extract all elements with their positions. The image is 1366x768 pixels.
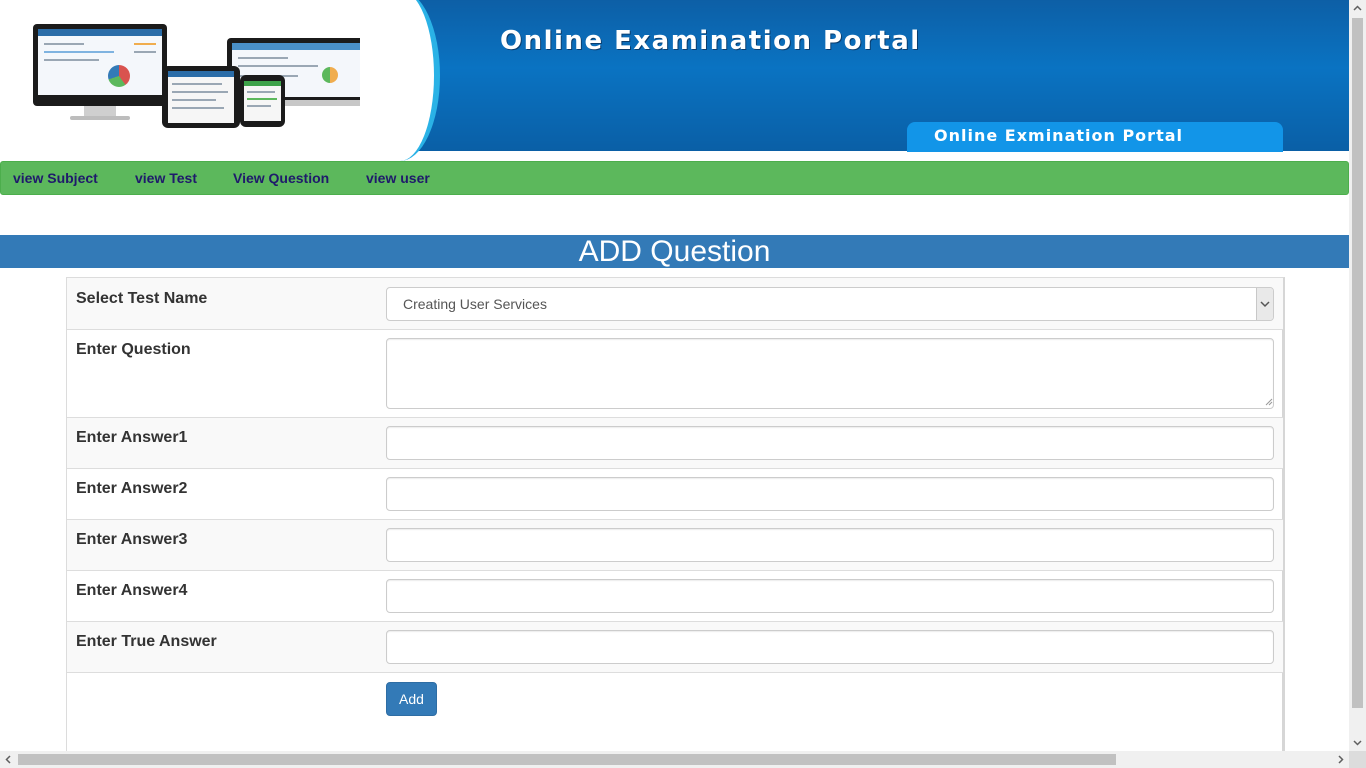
phone-icon — [240, 75, 285, 127]
test-name-label: Select Test Name — [76, 290, 208, 307]
horizontal-scrollbar[interactable] — [0, 751, 1349, 768]
nav-view-subject[interactable]: view Subject — [13, 170, 98, 186]
answer1-label: Enter Answer1 — [76, 429, 188, 446]
form-row-answer2: Enter Answer2 — [67, 469, 1283, 520]
desktop-monitor-icon — [33, 24, 167, 106]
chevron-down-icon[interactable] — [1256, 288, 1273, 320]
vertical-scroll-thumb[interactable] — [1352, 18, 1363, 708]
page-viewport: Online Examination Portal Online Exminat… — [0, 0, 1349, 751]
form-row-question: Enter Question — [67, 330, 1283, 418]
form-row-answer4: Enter Answer4 — [67, 571, 1283, 622]
test-name-selected-value: Creating User Services — [403, 296, 547, 312]
banner-title: Online Examination Portal — [500, 26, 921, 56]
nav-view-test[interactable]: view Test — [135, 170, 197, 186]
answer4-input[interactable] — [386, 579, 1274, 613]
header-banner: Online Examination Portal Online Exminat… — [0, 0, 1349, 161]
scroll-right-arrow-icon[interactable] — [1332, 751, 1349, 768]
add-button[interactable]: Add — [386, 682, 437, 716]
vertical-scrollbar[interactable] — [1349, 0, 1366, 751]
answer1-input[interactable] — [386, 426, 1274, 460]
answer3-input[interactable] — [386, 528, 1274, 562]
scroll-left-arrow-icon[interactable] — [0, 751, 17, 768]
scroll-up-arrow-icon[interactable] — [1349, 0, 1366, 17]
page-title: ADD Question — [0, 235, 1349, 268]
horizontal-scroll-thumb[interactable] — [18, 754, 1116, 765]
nav-view-user[interactable]: view user — [366, 170, 430, 186]
true-answer-input[interactable] — [386, 630, 1274, 664]
form-row-answer1: Enter Answer1 — [67, 418, 1283, 469]
answer2-input[interactable] — [386, 477, 1274, 511]
answer4-label: Enter Answer4 — [76, 582, 188, 599]
resize-grip-icon[interactable] — [1265, 398, 1273, 406]
main-nav: view Subject view Test View Question vie… — [0, 161, 1349, 195]
answer2-label: Enter Answer2 — [76, 480, 188, 497]
tablet-icon — [162, 66, 240, 128]
scroll-down-arrow-icon[interactable] — [1349, 734, 1366, 751]
answer3-label: Enter Answer3 — [76, 531, 188, 548]
scrollbar-corner — [1349, 751, 1366, 768]
question-label: Enter Question — [76, 341, 191, 358]
form-row-test-name: Select Test Name Creating User Services — [67, 278, 1283, 330]
nav-view-question[interactable]: View Question — [233, 170, 329, 186]
add-question-form: Select Test Name Creating User Services … — [66, 277, 1285, 751]
banner-subtitle: Online Exmination Portal — [934, 126, 1183, 145]
devices-illustration — [0, 0, 400, 151]
test-name-select[interactable]: Creating User Services — [386, 287, 1274, 321]
form-row-true-answer: Enter True Answer — [67, 622, 1283, 673]
question-textarea[interactable] — [386, 338, 1274, 409]
form-row-answer3: Enter Answer3 — [67, 520, 1283, 571]
true-answer-label: Enter True Answer — [76, 633, 217, 650]
